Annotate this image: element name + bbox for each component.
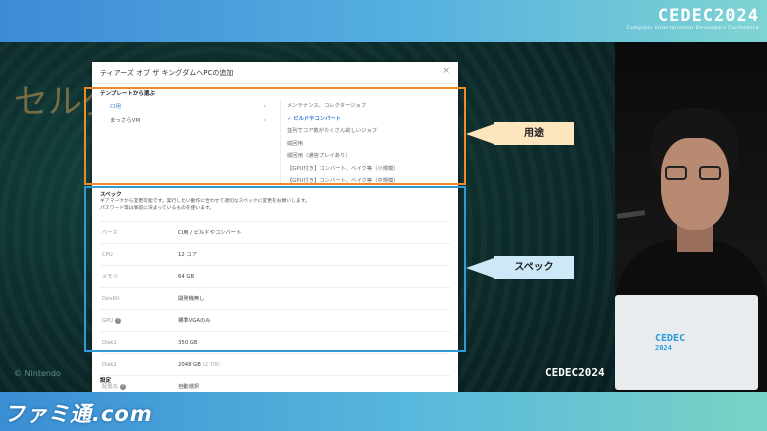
glasses-right-lens	[699, 166, 721, 180]
spec-highlight-box	[84, 186, 466, 352]
microphone	[616, 210, 646, 219]
famitsu-watermark: ファミ通.com	[4, 402, 153, 426]
laptop-logo-line2: 2024	[655, 344, 672, 352]
copyright-text: © Nintendo	[14, 369, 61, 378]
usage-callout-arrow	[466, 124, 494, 144]
help-icon[interactable]: ?	[119, 383, 126, 390]
usage-highlight-box	[84, 87, 466, 185]
spec-row-disk2: Disk2 2048 GB (2 TiB)	[100, 353, 450, 375]
spec-key-text: 配置先	[102, 384, 118, 390]
spec-value-note: (2 TiB)	[202, 362, 220, 368]
laptop: CEDEC 2024	[615, 295, 758, 390]
settings-section-label: 設定	[100, 378, 112, 384]
speaker-face	[661, 138, 729, 230]
speaker-camera-view: CEDEC 2024	[615, 42, 767, 392]
cedec-logo-text: CEDEC2024	[657, 6, 759, 26]
spec-value: 2048 GB (2 TiB)	[178, 354, 220, 376]
laptop-cedec-sticker: CEDEC 2024	[655, 333, 685, 352]
spec-value: 自動選択	[178, 384, 200, 390]
spec-callout-arrow	[466, 258, 494, 278]
glasses-left-lens	[665, 166, 687, 180]
spec-callout: スペック	[494, 256, 574, 279]
close-icon[interactable]: ×	[442, 66, 450, 76]
dialog-header: ティアーズ オブ ザ キングダムへPCの追加 ×	[92, 62, 458, 84]
spec-row-placement: 配置先? 自動選択	[100, 375, 450, 392]
spec-value-text: 2048 GB	[178, 362, 201, 368]
cedec-logo: CEDEC2024 Computer Entertainment Develop…	[627, 6, 759, 31]
top-banner: CEDEC2024 Computer Entertainment Develop…	[0, 0, 767, 42]
spec-key: Disk2	[102, 362, 117, 368]
usage-callout: 用途	[494, 122, 574, 145]
cedec-logo-subtitle: Computer Entertainment Developers Confer…	[626, 26, 759, 31]
dialog-title: ティアーズ オブ ザ キングダムへPCの追加	[100, 69, 234, 77]
laptop-logo-line1: CEDEC	[655, 333, 686, 344]
slide-cedec-logo: CEDEC2024	[545, 366, 605, 379]
